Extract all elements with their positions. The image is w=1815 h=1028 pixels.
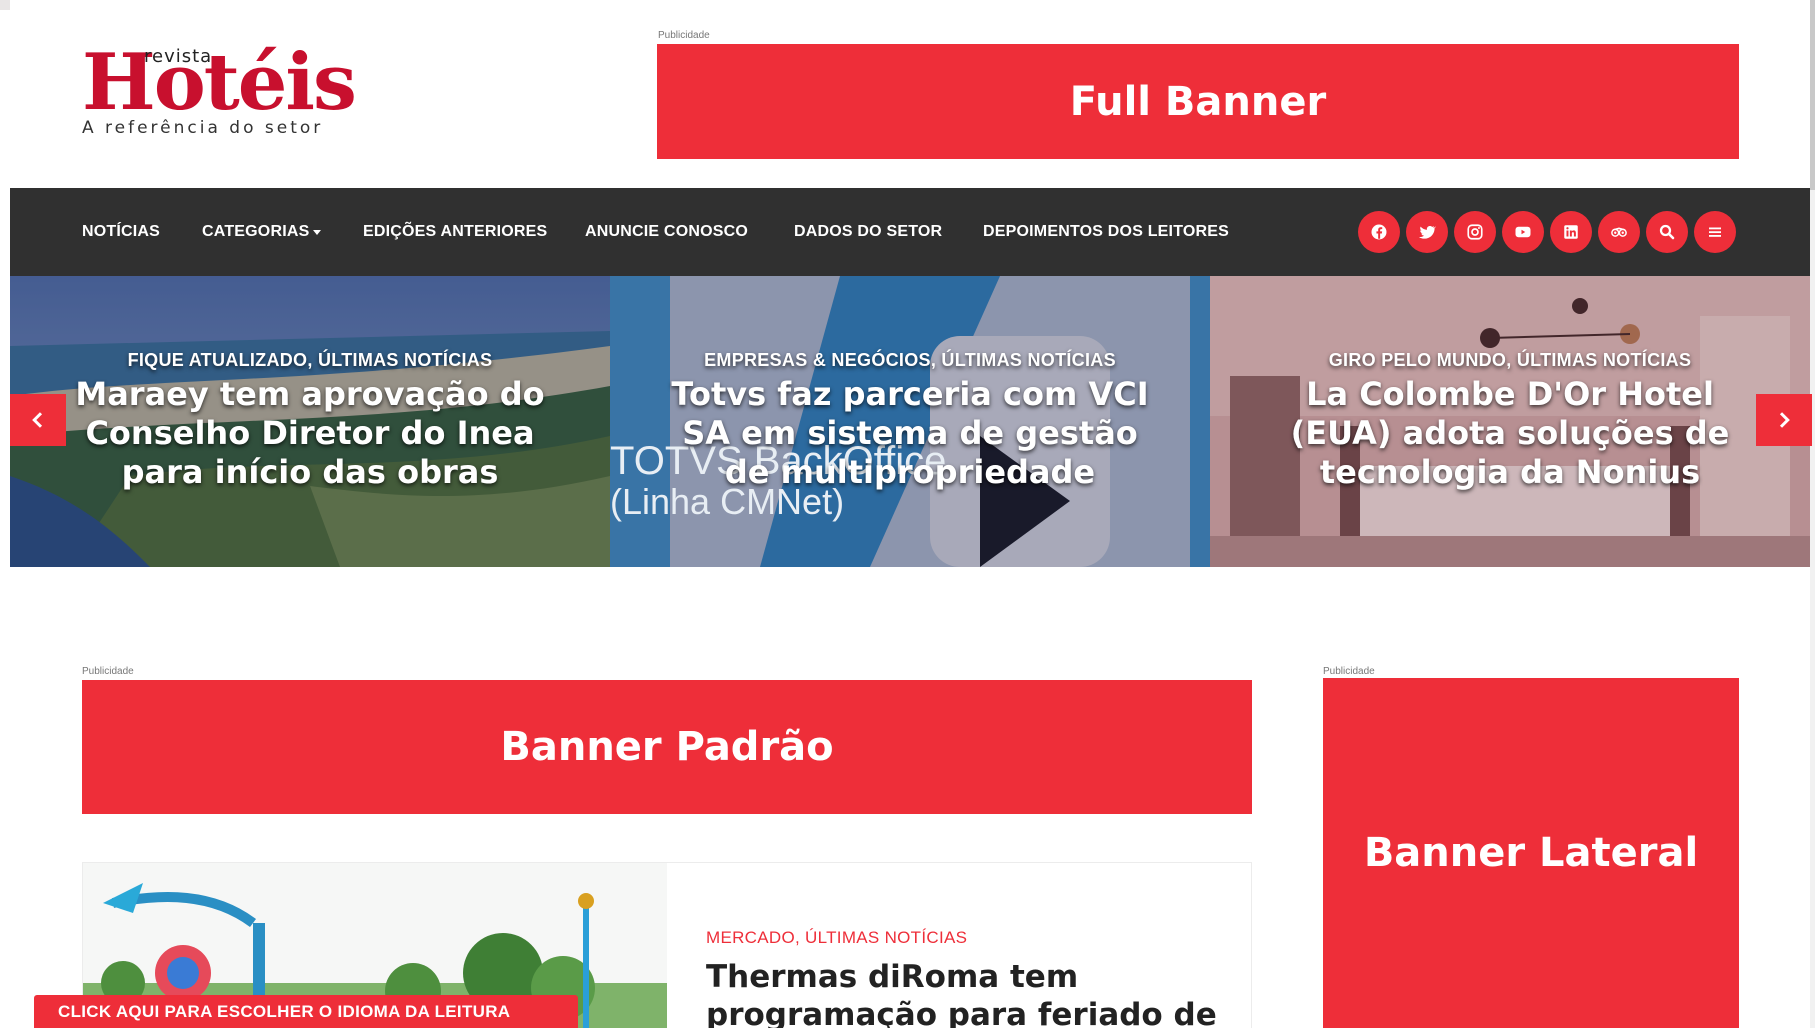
linkedin-icon[interactable] (1550, 211, 1592, 253)
carousel-prev-button[interactable] (10, 394, 66, 446)
scrollbar-thumb[interactable] (1810, 0, 1815, 190)
slide-title[interactable]: Totvs faz parceria com VCI SA em sistema… (610, 375, 1210, 492)
slide-title[interactable]: La Colombe D'Or Hotel (EUA) adota soluçõ… (1210, 375, 1810, 492)
full-banner-text: Full Banner (1069, 78, 1327, 125)
article-title[interactable]: Thermas diRoma tem programação para feri… (706, 958, 1226, 1028)
logo-tagline: A referência do setor (82, 118, 324, 138)
carousel-slide[interactable]: FIQUE ATUALIZADO, ÚLTIMAS NOTÍCIAS Marae… (10, 276, 610, 567)
twitter-icon[interactable] (1406, 211, 1448, 253)
carousel-slide[interactable]: TOTVS BackOffice (Linha CMNet) EMPRESAS … (610, 276, 1210, 567)
banner-lateral-text: Banner Lateral (1363, 830, 1699, 876)
logo-revista: revista (144, 46, 213, 67)
slide-categories[interactable]: GIRO PELO MUNDO, ÚLTIMAS NOTÍCIAS (1210, 350, 1810, 371)
logo-wordmark: Hotéis (82, 37, 357, 128)
tripadvisor-icon[interactable] (1598, 211, 1640, 253)
full-banner-ad[interactable]: Full Banner (657, 44, 1739, 159)
facebook-icon[interactable] (1358, 211, 1400, 253)
ad-label: Publicidade (1323, 666, 1375, 677)
slide-categories[interactable]: FIQUE ATUALIZADO, ÚLTIMAS NOTÍCIAS (10, 350, 610, 371)
nav-edicoes-anteriores[interactable]: EDIÇÕES ANTERIORES (363, 188, 547, 276)
scrollbar[interactable] (1810, 0, 1815, 1028)
nav-categorias-label: CATEGORIAS (202, 223, 310, 240)
ad-label: Publicidade (82, 666, 134, 677)
banner-padrao-ad[interactable]: Banner Padrão (82, 680, 1252, 814)
banner-padrao-text: Banner Padrão (500, 724, 834, 770)
carousel-slide[interactable]: GIRO PELO MUNDO, ÚLTIMAS NOTÍCIAS La Col… (1210, 276, 1810, 567)
nav-categorias[interactable]: CATEGORIAS (202, 188, 322, 276)
ad-label: Publicidade (658, 30, 710, 41)
slide-caption: EMPRESAS & NEGÓCIOS, ÚLTIMAS NOTÍCIAS To… (610, 350, 1210, 492)
nav-depoimentos[interactable]: DEPOIMENTOS DOS LEITORES (983, 188, 1229, 276)
article-categories[interactable]: MERCADO, ÚLTIMAS NOTÍCIAS (706, 928, 967, 948)
slide-title[interactable]: Maraey tem aprovação do Conselho Diretor… (10, 375, 610, 492)
search-icon[interactable] (1646, 211, 1688, 253)
news-carousel: FIQUE ATUALIZADO, ÚLTIMAS NOTÍCIAS Marae… (10, 276, 1810, 567)
menu-icon[interactable] (1694, 211, 1736, 253)
nav-anuncie-conosco[interactable]: ANUNCIE CONOSCO (585, 188, 748, 276)
instagram-icon[interactable] (1454, 211, 1496, 253)
slide-caption: FIQUE ATUALIZADO, ÚLTIMAS NOTÍCIAS Marae… (10, 350, 610, 492)
slide-caption: GIRO PELO MUNDO, ÚLTIMAS NOTÍCIAS La Col… (1210, 350, 1810, 492)
chevron-down-icon (313, 229, 322, 235)
carousel-next-button[interactable] (1756, 394, 1812, 446)
banner-lateral-ad[interactable]: Banner Lateral (1323, 678, 1739, 1028)
nav-dados-do-setor[interactable]: DADOS DO SETOR (794, 188, 942, 276)
nav-noticias[interactable]: NOTÍCIAS (82, 188, 160, 276)
slide-categories[interactable]: EMPRESAS & NEGÓCIOS, ÚLTIMAS NOTÍCIAS (610, 350, 1210, 371)
chevron-left-icon (32, 412, 43, 428)
youtube-icon[interactable] (1502, 211, 1544, 253)
chevron-right-icon (1779, 412, 1790, 428)
language-chooser-button[interactable]: CLICK AQUI PARA ESCOLHER O IDIOMA DA LEI… (34, 995, 578, 1028)
site-logo[interactable]: Hotéis revista A referência do setor (82, 42, 362, 142)
